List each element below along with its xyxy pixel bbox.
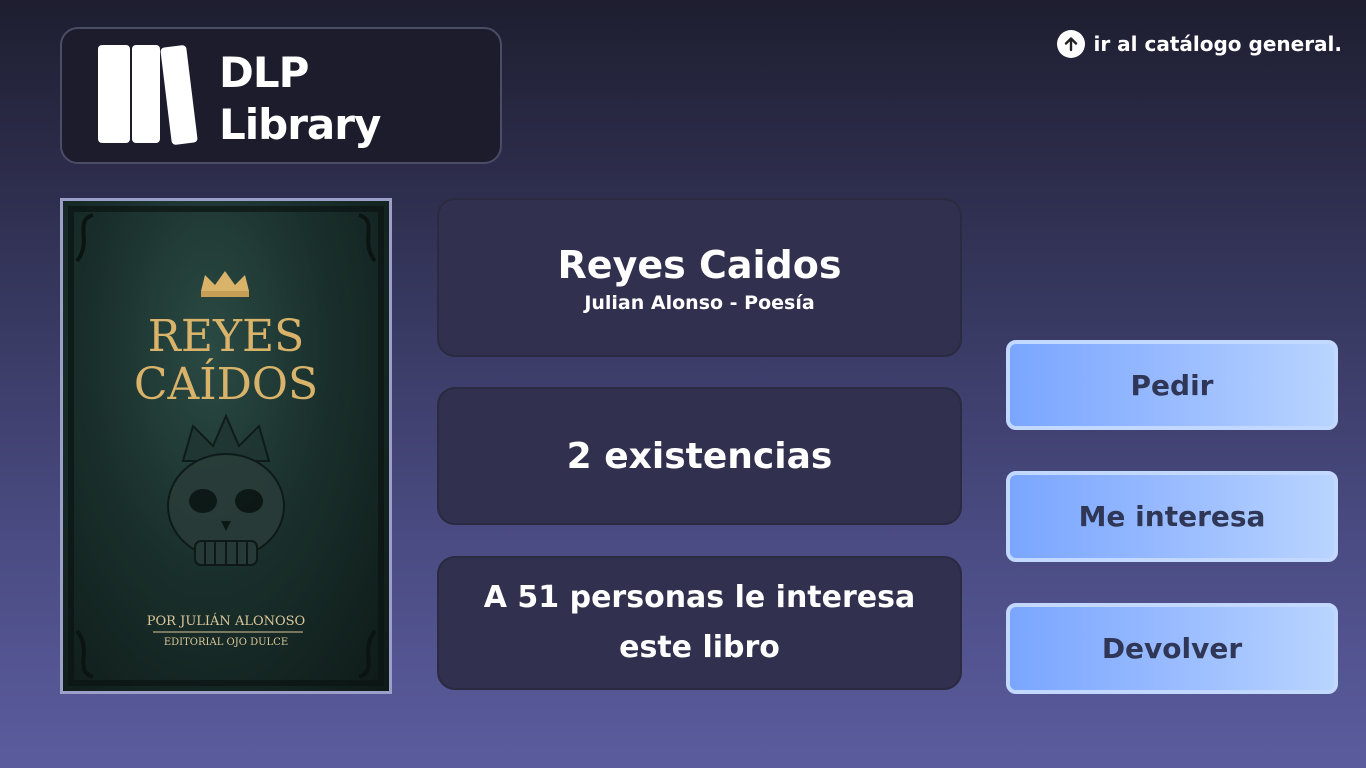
interest-panel: A 51 personas le interesa este libro (437, 556, 962, 690)
pedir-button[interactable]: Pedir (1006, 340, 1338, 430)
book-title: Reyes Caidos (557, 242, 842, 287)
cover-title-line-2: CAÍDOS (134, 357, 318, 410)
devolver-button[interactable]: Devolver (1006, 603, 1338, 694)
catalog-link-label: ir al catálogo general. (1093, 32, 1342, 56)
catalog-link[interactable]: ir al catálogo general. (1057, 30, 1342, 58)
logo-text: DLP Library (219, 47, 381, 151)
cover-title-line-1: REYES (148, 311, 305, 362)
books-icon (98, 45, 198, 145)
stock-count: 2 existencias (566, 435, 833, 477)
book-title-panel: Reyes Caidos Julian Alonso - Poesía (437, 198, 962, 357)
book-author-genre: Julian Alonso - Poesía (584, 291, 815, 314)
logo: DLP Library (60, 27, 502, 164)
cover-author: POR JULIÁN ALONOSO (147, 613, 305, 629)
book-cover: REYES CAÍDOS POR JULIÁN ALONOSO EDITORIA… (60, 198, 392, 694)
me-interesa-button[interactable]: Me interesa (1006, 471, 1338, 562)
logo-line-1: DLP (219, 48, 309, 97)
cover-publisher: EDITORIAL OJO DULCE (164, 637, 288, 648)
interest-count: A 51 personas le interesa este libro (483, 580, 916, 665)
arrow-up-circle-icon (1057, 30, 1086, 58)
logo-line-2: Library (219, 100, 381, 149)
crown-icon (201, 271, 249, 297)
stock-panel: 2 existencias (437, 387, 962, 525)
skull-icon (167, 413, 285, 566)
